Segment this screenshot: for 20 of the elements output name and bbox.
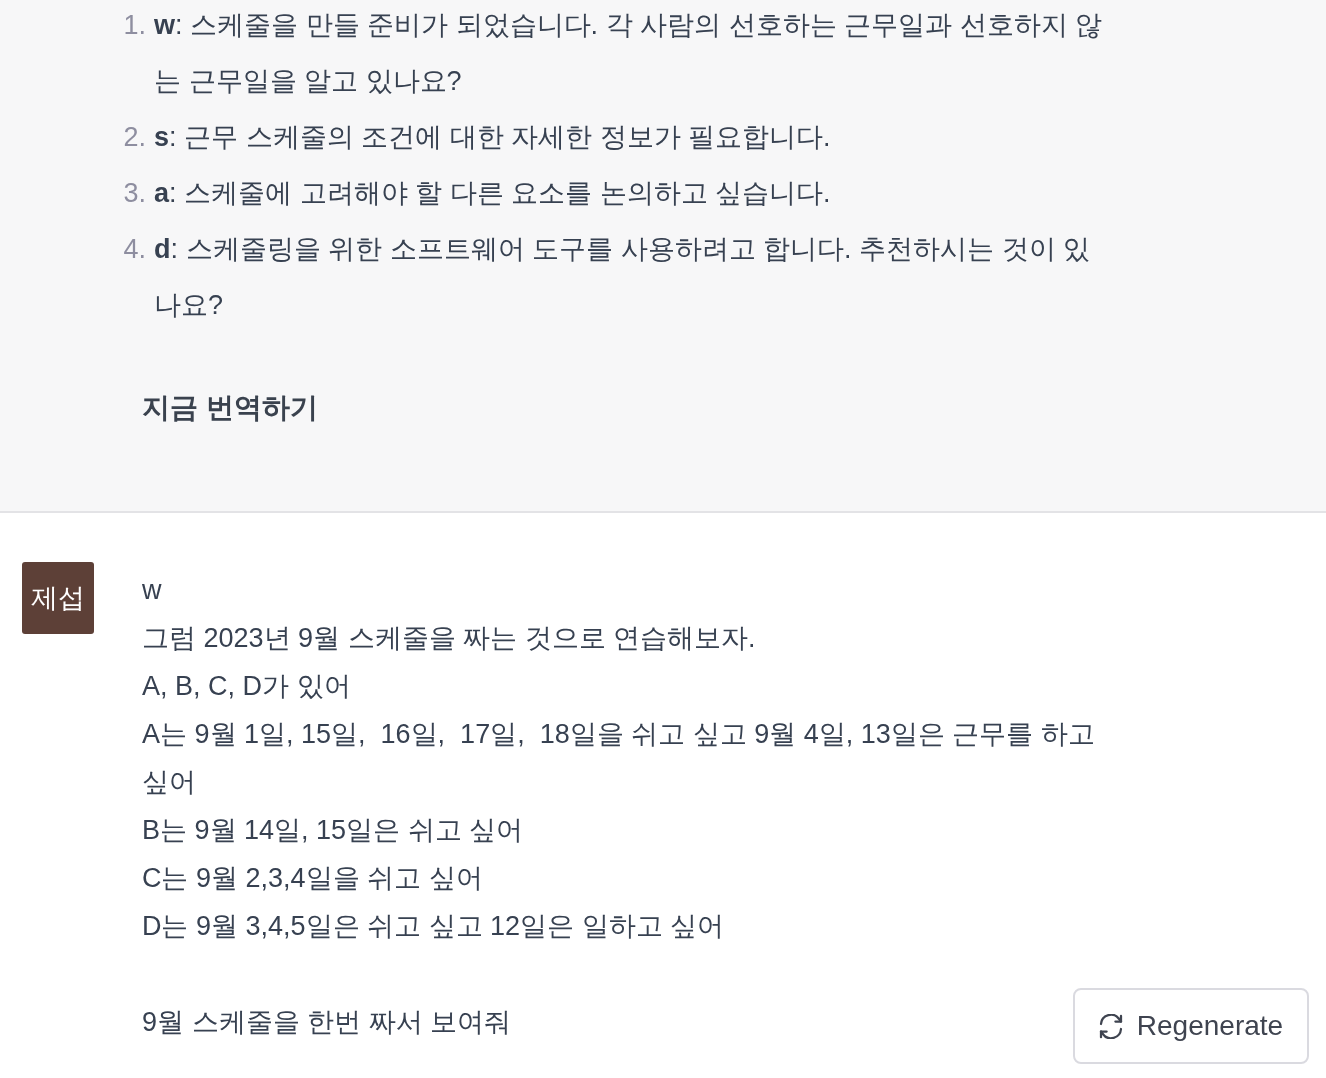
list-item-text: d: 스케줄링을 위한 소프트웨어 도구를 사용하려고 합니다. 추천하시는 것이 있나요? [154, 233, 1092, 322]
list-number: 1. [122, 9, 146, 42]
refresh-icon [1098, 1013, 1123, 1039]
message-line: B는 9월 14일, 15일은 쉬고 싶어 [142, 814, 524, 847]
list-number: 2. [122, 121, 146, 154]
translate-label: 지금 번역하기 [142, 391, 318, 425]
message-line: A는 9월 1일, 15일, 16일, 17일, 18일을 쉬고 싶고 9월 4일, 13일은 근무를 하고 싶어 [142, 718, 1096, 799]
message-line: C는 9월 2,3,4일을 쉬고 싶어 [142, 862, 483, 895]
list-item-text: w: 스케줄을 만들 준비가 되었습니다. 각 사람의 선호하는 근무일과 선호하지 않는 근무일을 알고 있나요? [154, 9, 1104, 98]
list-item-text: a: 스케줄에 고려해야 할 다른 요소를 논의하고 싶습니다. [154, 177, 832, 210]
user-avatar: 제섭 [22, 562, 94, 634]
message-line: 그럼 2023년 9월 스케줄을 짜는 것으로 연습해보자. [142, 622, 756, 655]
list-number: 3. [122, 177, 146, 210]
message-line: A, B, C, D가 있어 [142, 670, 351, 703]
regenerate-button[interactable]: Regenerate [1073, 988, 1309, 1064]
message-line: D는 9월 3,4,5일은 쉬고 싶고 12일은 일하고 싶어 [142, 910, 725, 943]
list-item-text: s: 근무 스케줄의 조건에 대한 자세한 정보가 필요합니다. [154, 121, 832, 154]
message-line: 9월 스케줄을 한번 짜서 보여줘 [142, 1006, 512, 1039]
list-number: 4. [122, 233, 146, 266]
user-name: w [142, 574, 162, 607]
